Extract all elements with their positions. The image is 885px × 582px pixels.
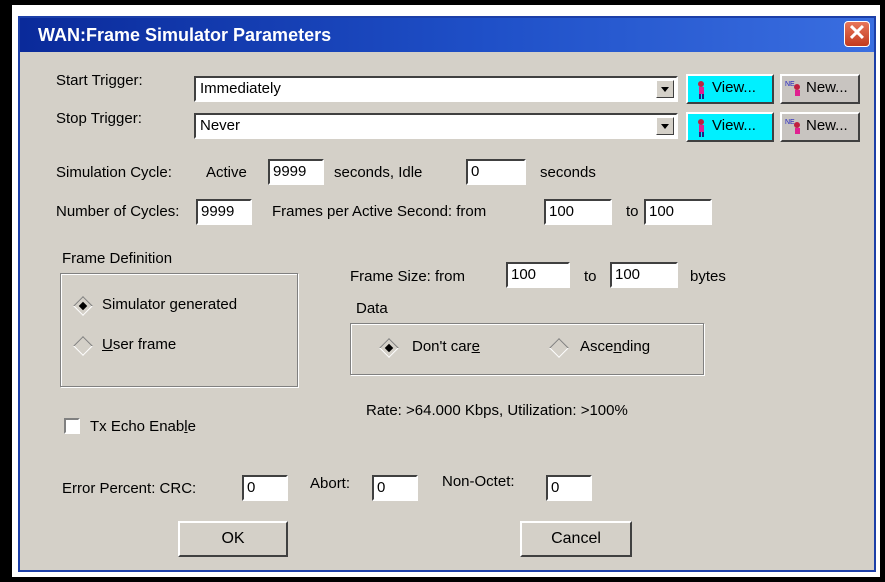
user-frame-access-key: U (102, 336, 113, 353)
rate-utilization-text: Rate: >64.000 Kbps, Utilization: >100% (366, 402, 628, 419)
number-of-cycles-input[interactable]: 9999 (196, 199, 252, 225)
dont-care-label-text: Don't car (412, 338, 472, 355)
start-trigger-select[interactable]: Immediately (194, 76, 678, 102)
dont-care-label[interactable]: Don't care (412, 338, 480, 355)
frame-size-label: Frame Size: from (350, 268, 466, 285)
cancel-button[interactable]: Cancel (520, 521, 632, 557)
user-frame-label-rest: ser frame (112, 336, 177, 353)
dont-care-access-key: e (471, 338, 480, 355)
start-new-label: New... (806, 79, 848, 96)
window-title: WAN:Frame Simulator Parameters (38, 25, 332, 45)
ascending-label-a: Asce (580, 338, 614, 355)
tx-echo-checkbox[interactable] (64, 418, 80, 434)
fps-to-input[interactable]: 100 (644, 199, 712, 225)
abort-label: Abort: (310, 475, 351, 492)
close-icon: ✕ (847, 20, 867, 45)
seconds-label: seconds (540, 164, 596, 181)
close-button[interactable]: ✕ (844, 21, 870, 47)
stop-view-button[interactable]: View... (686, 112, 774, 142)
user-frame-label[interactable]: User frame (102, 336, 176, 353)
stop-trigger-select[interactable]: Never (194, 113, 678, 139)
crc-input[interactable]: 0 (242, 475, 288, 501)
non-octet-label: Non-Octet: (442, 473, 515, 490)
ascending-label-b: ding (621, 338, 651, 355)
start-view-label: View... (712, 79, 756, 96)
error-percent-label: Error Percent: CRC: (62, 480, 197, 497)
title-bar[interactable]: WAN:Frame Simulator Parameters (20, 18, 874, 52)
active-label: Active (206, 164, 247, 181)
data-group-title: Data (356, 300, 388, 317)
chevron-down-icon[interactable] (656, 117, 674, 135)
start-trigger-label: Start Trigger: (56, 72, 143, 89)
new-person-icon: NE (785, 119, 800, 134)
frames-per-second-label: Frames per Active Second: from (272, 203, 487, 220)
svg-text:NE: NE (785, 81, 795, 88)
simulation-cycle-label: Simulation Cycle: (56, 164, 172, 181)
fps-to-label: to (626, 203, 639, 220)
person-icon (698, 81, 704, 99)
non-octet-input[interactable]: 0 (546, 475, 592, 501)
dialog-window: WAN:Frame Simulator Parameters ✕ Start T… (18, 16, 876, 572)
frame-definition-group (60, 273, 298, 387)
stop-trigger-value: Never (200, 117, 241, 134)
stop-trigger-label: Stop Trigger: (56, 110, 142, 127)
new-person-icon: NE (785, 81, 800, 96)
stop-view-label: View... (712, 117, 756, 134)
active-seconds-input[interactable]: 9999 (268, 159, 324, 185)
start-view-button[interactable]: View... (686, 74, 774, 104)
ascending-label[interactable]: Ascending (580, 338, 650, 355)
frame-definition-title: Frame Definition (62, 250, 173, 267)
tx-echo-label-b: e (187, 418, 196, 435)
svg-text:NE: NE (785, 119, 795, 126)
simulator-generated-label[interactable]: Simulator generated (102, 296, 237, 313)
abort-input[interactable]: 0 (372, 475, 418, 501)
start-trigger-value: Immediately (200, 80, 281, 97)
tx-echo-label[interactable]: Tx Echo Enable (90, 418, 196, 435)
data-group (350, 323, 704, 375)
ok-button[interactable]: OK (178, 521, 288, 557)
stop-new-label: New... (806, 117, 848, 134)
chevron-down-icon[interactable] (656, 80, 674, 98)
idle-seconds-input[interactable]: 0 (466, 159, 526, 185)
tx-echo-label-a: Tx Echo Enab (90, 418, 185, 435)
frame-size-to-input[interactable]: 100 (610, 262, 678, 288)
number-of-cycles-label: Number of Cycles: (56, 203, 180, 220)
frame-size-from-input[interactable]: 100 (506, 262, 570, 288)
fps-from-input[interactable]: 100 (544, 199, 612, 225)
start-new-button[interactable]: NE New... (780, 74, 860, 104)
bytes-label: bytes (690, 268, 726, 285)
frame-size-to-label: to (584, 268, 597, 285)
seconds-idle-label: seconds, Idle (334, 164, 423, 181)
ascending-access-key: n (613, 338, 622, 355)
person-icon (698, 119, 704, 137)
stop-new-button[interactable]: NE New... (780, 112, 860, 142)
